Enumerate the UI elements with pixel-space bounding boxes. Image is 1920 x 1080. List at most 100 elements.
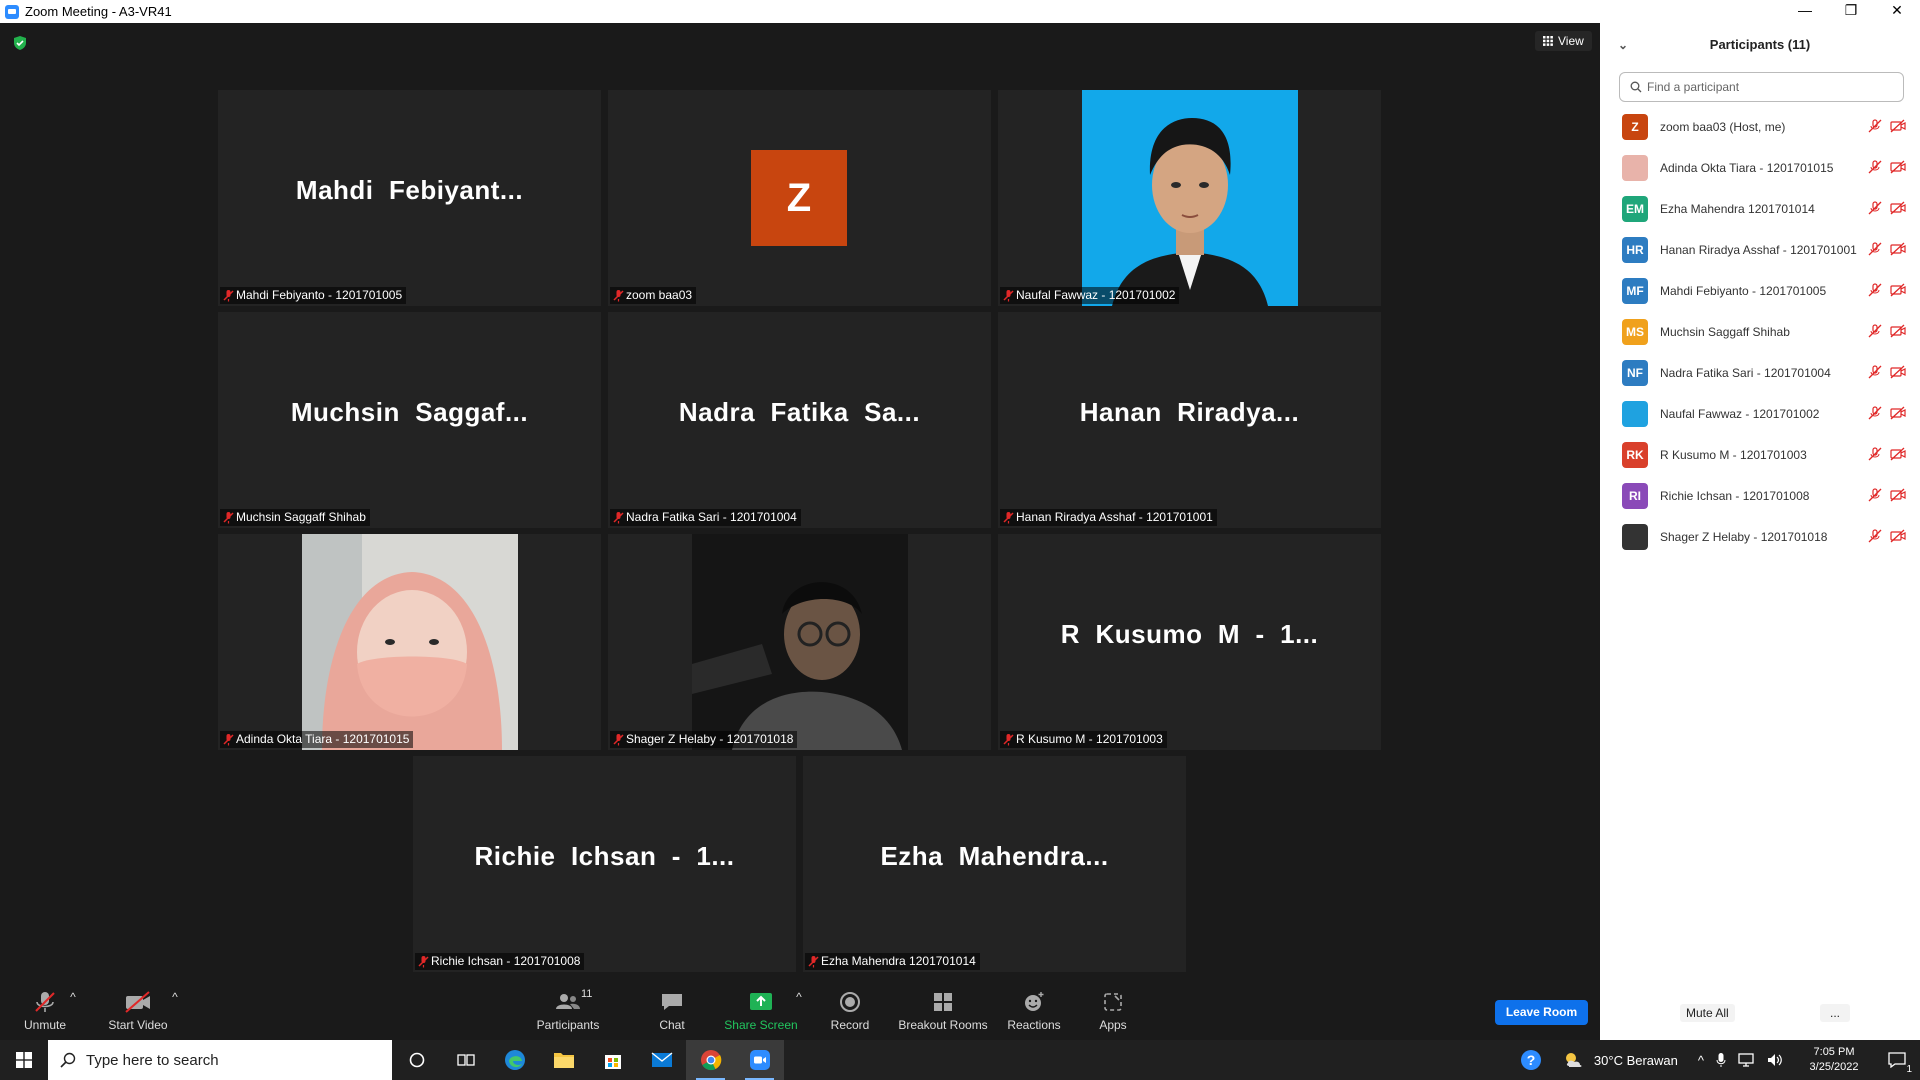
reactions-button[interactable]: Reactions	[989, 990, 1079, 1032]
video-tile[interactable]: Naufal Fawwaz - 1201701002	[998, 90, 1381, 306]
video-options-caret[interactable]: ^	[162, 990, 188, 1004]
weather-icon[interactable]	[1554, 1051, 1594, 1069]
muted-mic-icon[interactable]	[1868, 365, 1882, 379]
muted-mic-icon[interactable]	[1868, 119, 1882, 133]
zoom-app-icon	[749, 1050, 770, 1070]
meeting-toolbar: Unmute ^ Start Video ^ Participants 11 C…	[0, 980, 1600, 1040]
zoom-taskbar-button[interactable]	[735, 1040, 784, 1080]
participant-row[interactable]: RI Richie Ichsan - 1201701008	[1600, 475, 1920, 516]
microphone-icon[interactable]	[1716, 1052, 1726, 1068]
notification-center-button[interactable]: 1	[1874, 1052, 1920, 1075]
notification-count: 1	[1906, 1064, 1912, 1075]
muted-mic-icon[interactable]	[1868, 488, 1882, 502]
video-tile[interactable]: Muchsin Saggaf... Muchsin Saggaff Shihab	[218, 312, 601, 528]
video-off-icon[interactable]	[1890, 529, 1906, 543]
task-view-icon	[456, 1054, 475, 1066]
find-participant-input[interactable]: Find a participant	[1619, 72, 1904, 102]
minimize-button[interactable]: —	[1782, 0, 1828, 23]
panel-footer: Mute All ...	[1600, 990, 1920, 1040]
participant-avatar: RI	[1622, 482, 1648, 509]
muted-mic-icon[interactable]	[1868, 160, 1882, 174]
participant-row[interactable]: NF Nadra Fatika Sari - 1201701004	[1600, 352, 1920, 393]
mute-all-button[interactable]: Mute All	[1680, 1004, 1735, 1022]
participant-row[interactable]: HR Hanan Riradya Asshaf - 1201701001	[1600, 229, 1920, 270]
participant-row[interactable]: Adinda Okta Tiara - 1201701015	[1600, 147, 1920, 188]
collapse-chevron-icon[interactable]: ⌄	[1618, 38, 1628, 52]
tile-name-label: Nadra Fatika Sari - 1201701004	[610, 509, 801, 526]
network-icon[interactable]	[1738, 1052, 1756, 1068]
participants-button[interactable]: Participants 11	[523, 988, 613, 1032]
more-options-button[interactable]: ...	[1820, 1004, 1851, 1022]
muted-mic-icon[interactable]	[1868, 283, 1882, 297]
leave-room-button[interactable]: Leave Room	[1495, 1000, 1588, 1025]
muted-mic-icon[interactable]	[1868, 201, 1882, 215]
participant-name: Shager Z Helaby - 1201701018	[1660, 529, 1828, 544]
close-button[interactable]: ✕	[1874, 0, 1920, 23]
video-off-icon[interactable]	[1890, 201, 1906, 215]
audio-options-caret[interactable]: ^	[60, 990, 86, 1004]
video-tile[interactable]: Mahdi Febiyant... Mahdi Febiyanto - 1201…	[218, 90, 601, 306]
video-off-icon[interactable]	[1890, 324, 1906, 338]
taskbar-search-box[interactable]: Type here to search	[48, 1040, 392, 1080]
show-hidden-icons-chevron-icon[interactable]: ^	[1698, 1053, 1704, 1068]
participant-row[interactable]: Naufal Fawwaz - 1201701002	[1600, 393, 1920, 434]
edge-browser-icon	[504, 1050, 525, 1070]
muted-mic-icon[interactable]	[1868, 242, 1882, 256]
video-off-icon[interactable]	[1890, 406, 1906, 420]
encryption-shield-icon[interactable]	[12, 35, 28, 51]
video-off-icon[interactable]	[1890, 488, 1906, 502]
restore-button[interactable]: ❐	[1828, 0, 1874, 23]
video-off-icon[interactable]	[1890, 447, 1906, 461]
panel-title: Participants (11)	[1709, 37, 1811, 52]
video-tile[interactable]: Nadra Fatika Sa... Nadra Fatika Sari - 1…	[608, 312, 991, 528]
file-explorer-taskbar-button[interactable]	[539, 1040, 588, 1080]
video-tile[interactable]: Richie Ichsan - 1... Richie Ichsan - 120…	[413, 756, 796, 972]
participant-row[interactable]: RK R Kusumo M - 1201701003	[1600, 434, 1920, 475]
video-tile[interactable]: Shager Z Helaby - 1201701018	[608, 534, 991, 750]
chrome-taskbar-button[interactable]	[686, 1040, 735, 1080]
tile-display-name: Ezha Mahendra...	[880, 841, 1109, 871]
participant-row[interactable]: Shager Z Helaby - 1201701018	[1600, 516, 1920, 557]
apps-button[interactable]: Apps	[1068, 990, 1158, 1032]
mail-taskbar-button[interactable]	[637, 1040, 686, 1080]
muted-mic-icon[interactable]	[1868, 324, 1882, 338]
participant-avatar: RK	[1622, 441, 1648, 468]
breakout-rooms-button[interactable]: Breakout Rooms	[898, 990, 988, 1032]
participant-name: Mahdi Febiyanto - 1201701005	[1660, 283, 1827, 298]
record-button[interactable]: Record	[805, 990, 895, 1032]
view-button[interactable]: View	[1535, 31, 1592, 51]
participant-row[interactable]: MS Muchsin Saggaff Shihab	[1600, 311, 1920, 352]
tile-display-name: Mahdi Febiyant...	[295, 175, 524, 205]
store-taskbar-button[interactable]	[588, 1040, 637, 1080]
video-off-icon[interactable]	[1890, 365, 1906, 379]
video-off-icon[interactable]	[1890, 242, 1906, 256]
video-tile[interactable]: Hanan Riradya... Hanan Riradya Asshaf - …	[998, 312, 1381, 528]
video-off-icon[interactable]	[1890, 119, 1906, 133]
video-tile[interactable]: R Kusumo M - 1... R Kusumo M - 120170100…	[998, 534, 1381, 750]
video-tile[interactable]: Ezha Mahendra... Ezha Mahendra 120170101…	[803, 756, 1186, 972]
muted-mic-icon[interactable]	[1868, 447, 1882, 461]
video-tile[interactable]: Adinda Okta Tiara - 1201701015	[218, 534, 601, 750]
participant-avatar: NF	[1622, 359, 1648, 386]
participant-avatar: Z	[1622, 113, 1648, 140]
video-tile[interactable]: Z zoom baa03	[608, 90, 991, 306]
cortana-button[interactable]	[392, 1040, 441, 1080]
volume-icon[interactable]	[1766, 1052, 1784, 1068]
start-button[interactable]	[0, 1040, 48, 1080]
help-button[interactable]: ?	[1508, 1040, 1554, 1080]
muted-mic-icon[interactable]	[1868, 406, 1882, 420]
participant-row[interactable]: Zzoom baa03 (Host, me)	[1600, 106, 1920, 147]
participant-name: Adinda Okta Tiara - 1201701015	[1660, 160, 1834, 175]
participant-row[interactable]: MF Mahdi Febiyanto - 1201701005	[1600, 270, 1920, 311]
participant-row[interactable]: EM Ezha Mahendra 1201701014	[1600, 188, 1920, 229]
chat-button[interactable]: Chat	[627, 990, 717, 1032]
task-view-button[interactable]	[441, 1040, 490, 1080]
edge-taskbar-button[interactable]	[490, 1040, 539, 1080]
weather-text[interactable]: 30°C Berawan	[1594, 1053, 1678, 1068]
tile-name-label: Hanan Riradya Asshaf - 1201701001	[1000, 509, 1217, 526]
video-off-icon[interactable]	[1890, 283, 1906, 297]
muted-mic-icon[interactable]	[1868, 529, 1882, 543]
video-off-icon[interactable]	[1890, 160, 1906, 174]
clock[interactable]: 7:05 PM 3/25/2022	[1794, 1045, 1874, 1075]
tile-avatar: Z	[751, 150, 847, 246]
